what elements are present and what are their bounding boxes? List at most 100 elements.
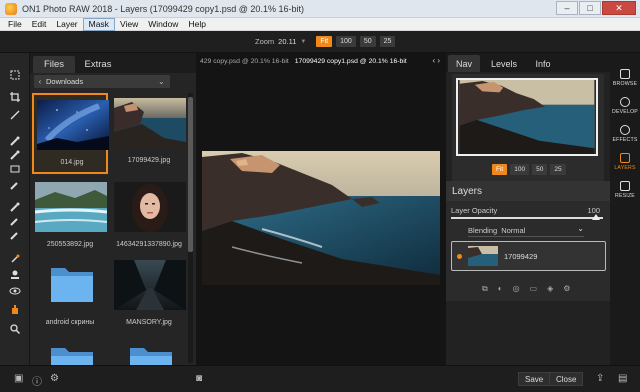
pan-hand-icon[interactable] [9, 303, 21, 315]
chisel-tool-icon[interactable] [9, 201, 21, 213]
menu-view[interactable]: View [115, 18, 143, 31]
menu-edit[interactable]: Edit [27, 18, 52, 31]
duplicate-layer-icon[interactable]: ⧉ [482, 284, 488, 294]
thumbnail-250553892[interactable]: 250553892.jpg [32, 177, 108, 258]
thumbnail-14634291337890[interactable]: 1463429133789​0.jpg [111, 177, 187, 258]
image-canvas[interactable]: 429 copy.psd @ 20.1% 16-bit 17099429 cop… [196, 53, 446, 365]
thumbnail-label: 014.jpg [60, 159, 84, 166]
crop-tool-icon[interactable] [9, 91, 21, 103]
menu-layer[interactable]: Layer [51, 18, 82, 31]
zoom-50-button[interactable]: 50 [359, 36, 376, 47]
mask-icon[interactable]: ◐ [498, 284, 503, 294]
folder-selector[interactable]: ‹ Downloads ⌄ [34, 75, 170, 88]
nav-zoom-buttons: Fit 100 50 25 [492, 164, 566, 175]
chevron-left-icon[interactable]: ‹ [34, 77, 46, 86]
layer-name: 17099429 [504, 252, 538, 261]
thumbnail-image [35, 182, 107, 232]
minimize-button[interactable]: – [556, 1, 578, 15]
blur-tool-icon[interactable] [9, 215, 21, 227]
doc-tab-arrows[interactable]: ‹ › [432, 56, 440, 65]
chevron-down-icon[interactable]: ⌄ [158, 77, 170, 86]
navigator: Fit 100 50 25 [452, 74, 604, 182]
window-controls: – □ ✕ [556, 1, 636, 15]
doc-tab-17099429-copy1[interactable]: 17099429 copy1.psd @ 20.1% 16-bit [289, 58, 407, 65]
maximize-button[interactable]: □ [579, 1, 601, 15]
panel-toggle-icon[interactable]: ▣ [14, 373, 23, 384]
retouch-tool-icon[interactable] [9, 229, 21, 241]
clone-stamp-icon[interactable] [9, 253, 21, 265]
zoom-fit-button[interactable]: Fit [316, 36, 333, 47]
layer-effects-icon[interactable]: ◎ [513, 284, 520, 294]
right-panel: Nav Levels Info Fit 100 50 25 Layers Lay… [446, 53, 610, 365]
menu-window[interactable]: Window [143, 18, 183, 31]
save-button[interactable]: Save [518, 372, 551, 386]
line-tool-icon[interactable] [9, 109, 21, 121]
module-resize[interactable]: RESIZE [610, 181, 640, 199]
thumbnail-folder[interactable] [32, 335, 108, 365]
browser-scrollbar[interactable] [188, 93, 193, 363]
zoom-dropdown-icon[interactable]: ▼ [300, 39, 306, 45]
menu-help[interactable]: Help [183, 18, 210, 31]
nav-zoom-25-button[interactable]: 25 [550, 164, 566, 175]
opacity-slider-handle[interactable] [592, 214, 600, 220]
module-effects[interactable]: EFFECTS [610, 125, 640, 143]
thumbnail-17099429[interactable]: 17099429.jpg [111, 93, 187, 174]
fill-icon[interactable]: ◈ [547, 284, 553, 294]
close-button[interactable]: Close [549, 372, 584, 386]
blending-label: Blending [468, 226, 498, 235]
zoom-label: Zoom [255, 37, 275, 46]
transform-tool-icon[interactable] [9, 69, 21, 81]
view-mode-icon[interactable] [9, 285, 21, 297]
layer-opacity-slider[interactable] [451, 217, 603, 219]
module-browse[interactable]: BROWSE [610, 69, 640, 87]
layer-settings-gear-icon[interactable]: ⚙ [563, 284, 570, 294]
tab-nav[interactable]: Nav [448, 55, 480, 72]
delete-layer-icon[interactable]: ▭ [530, 284, 538, 294]
thumbnail-android-folder[interactable]: android скрины [32, 255, 108, 336]
share-icon[interactable]: ⇪ [596, 373, 604, 384]
refine-brush-icon[interactable] [9, 179, 21, 191]
brush-tool-icon[interactable] [9, 135, 21, 147]
thumbnail-mansory[interactable]: MANSORY.jpg [111, 255, 187, 336]
line-mask-icon[interactable] [9, 163, 21, 175]
zoom-100-button[interactable]: 100 [336, 36, 356, 47]
layer-row[interactable]: 17099429 [451, 241, 606, 271]
masking-brush-icon[interactable] [9, 149, 21, 161]
nav-zoom-fit-button[interactable]: Fit [492, 164, 508, 175]
stamp-tool-icon[interactable] [9, 269, 21, 281]
thumbnail-014[interactable]: 014.jpg [32, 93, 109, 174]
doc-tab-429-copy[interactable]: 429 copy.psd @ 20.1% 16-bit [196, 58, 289, 65]
zoom-controls: Zoom 20.11 ▼ Fit 100 50 25 [255, 36, 396, 47]
menu-mask[interactable]: Mask [82, 17, 115, 31]
help-icon[interactable]: ⓘ [32, 373, 42, 388]
settings-gear-icon[interactable]: ⚙ [50, 373, 59, 384]
tab-extras[interactable]: Extras [77, 56, 119, 73]
zoom-value[interactable]: 20.11 [278, 37, 296, 46]
chevron-down-icon[interactable]: ⌄ [577, 224, 584, 233]
tab-info[interactable]: Info [528, 55, 558, 72]
thumbnail-label: android скрины [45, 319, 95, 326]
thumbnail-label: 250553892.jpg [46, 241, 94, 248]
app-icon [5, 2, 17, 15]
effects-icon [620, 125, 630, 135]
thumbnail-folder[interactable] [111, 335, 187, 365]
tab-levels[interactable]: Levels [484, 55, 524, 72]
menu-file[interactable]: File [3, 18, 27, 31]
main-image[interactable] [202, 151, 440, 285]
menu-bar: File Edit Layer Mask View Window Help [0, 17, 640, 31]
nav-zoom-50-button[interactable]: 50 [532, 164, 548, 175]
nav-zoom-100-button[interactable]: 100 [510, 164, 530, 175]
zoom-tool-icon[interactable] [9, 323, 21, 335]
navigator-preview[interactable] [456, 78, 598, 156]
zoom-25-button[interactable]: 25 [379, 36, 396, 47]
right-panel-toggle-icon[interactable]: ▤ [618, 373, 627, 384]
module-layers[interactable]: LAYERS [610, 153, 640, 171]
close-window-button[interactable]: ✕ [602, 1, 636, 15]
preview-toggle-icon[interactable]: ◙ [196, 373, 202, 384]
layer-thumbnail [468, 246, 498, 266]
module-develop[interactable]: DEVELOP [610, 97, 640, 115]
blending-dropdown[interactable]: Blending Normal ⌄ [468, 224, 584, 237]
tab-files[interactable]: Files [33, 56, 75, 73]
scrollbar-thumb[interactable] [188, 97, 193, 252]
thumbnail-image [114, 98, 186, 148]
